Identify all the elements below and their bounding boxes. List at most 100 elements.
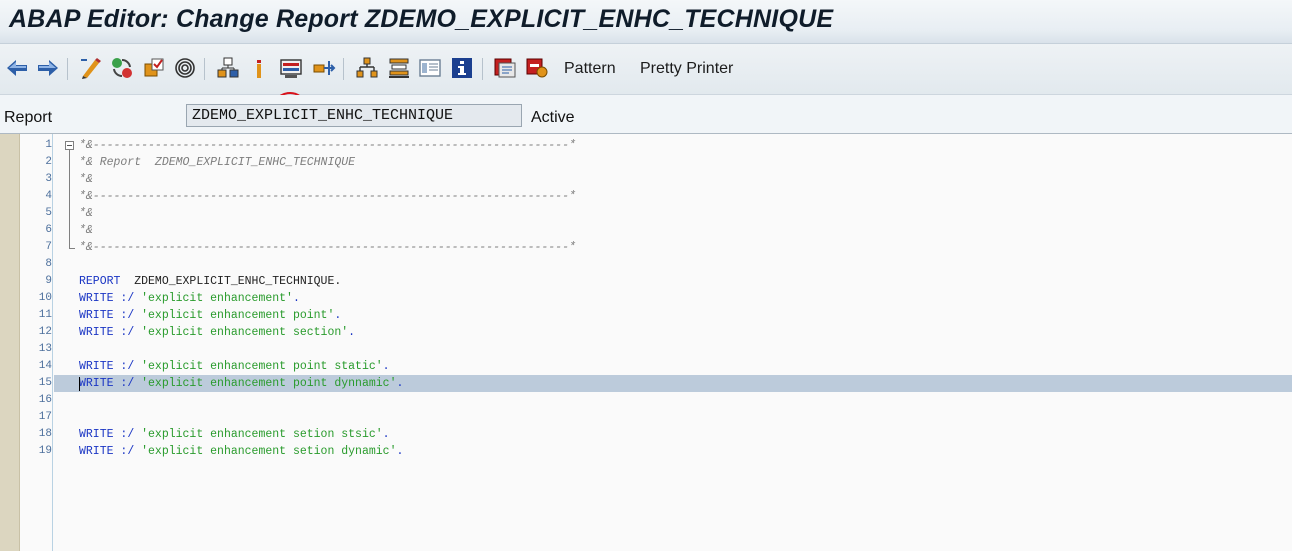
code-line[interactable]: *&--------------------------------------… — [79, 137, 576, 154]
code-line[interactable]: WRITE :/ 'explicit enhancement setion st… — [79, 426, 390, 443]
string-literal: 'explicit enhancement point static' — [141, 360, 383, 373]
line-number: 5 — [45, 207, 52, 219]
keyword-token: WRITE — [79, 292, 114, 305]
code-line[interactable]: REPORT ZDEMO_EXPLICIT_ENHC_TECHNIQUE. — [79, 273, 341, 290]
window-title: ABAP Editor: Change Report ZDEMO_EXPLICI… — [9, 5, 834, 33]
toolbar-separator — [482, 58, 483, 80]
stack-icon[interactable] — [387, 56, 411, 80]
report-status: Active — [531, 109, 575, 126]
code-line[interactable]: *& — [79, 171, 93, 188]
comment-text: *&--------------------------------------… — [79, 241, 576, 254]
code-line[interactable]: *&--------------------------------------… — [79, 188, 576, 205]
line-number: 18 — [38, 428, 52, 440]
code-line[interactable]: *& — [79, 205, 93, 222]
enhance-icon[interactable] — [279, 56, 303, 80]
line-number: 1 — [45, 139, 52, 151]
report-header: Report ZDEMO_EXPLICIT_ENHC_TECHNIQUE Act… — [0, 95, 1292, 134]
code-line[interactable]: *&--------------------------------------… — [79, 239, 576, 256]
code-line[interactable]: *& — [79, 222, 93, 239]
code-line[interactable]: *& Report ZDEMO_EXPLICIT_ENHC_TECHNIQUE — [79, 154, 355, 171]
keyword-token: WRITE — [79, 360, 114, 373]
operator-token: :/ — [113, 377, 142, 390]
operator-token: :/ — [113, 309, 142, 322]
comment-text: *& — [79, 207, 93, 220]
code-line[interactable]: WRITE :/ 'explicit enhancement point dyn… — [79, 375, 403, 392]
line-number: 14 — [38, 360, 52, 372]
back-arrow-icon[interactable] — [5, 56, 29, 80]
report-name-token: ZDEMO_EXPLICIT_ENHC_TECHNIQUE. — [120, 275, 342, 288]
title-bar: ABAP Editor: Change Report ZDEMO_EXPLICI… — [0, 0, 1292, 44]
external-breakpoint-icon[interactable] — [525, 56, 549, 80]
info-icon[interactable] — [450, 56, 474, 80]
keyword-token: WRITE — [79, 377, 114, 390]
pretty-printer-button[interactable]: Pretty Printer — [640, 60, 733, 78]
code-line[interactable]: WRITE :/ 'explicit enhancement'. — [79, 290, 300, 307]
display-change-icon[interactable] — [79, 56, 103, 80]
collapse-block-icon[interactable] — [65, 141, 74, 150]
report-label: Report — [4, 109, 53, 126]
line-number: 6 — [45, 224, 52, 236]
activate-icon[interactable] — [173, 56, 197, 80]
string-literal: 'explicit enhancement section' — [141, 326, 349, 339]
statement-end: . — [348, 326, 356, 339]
comment-text: *&--------------------------------------… — [79, 190, 576, 203]
set-breakpoint-icon[interactable] — [493, 56, 517, 80]
application-toolbar: Pattern Pretty Printer — [0, 44, 1292, 131]
toolbar-separator — [67, 58, 68, 80]
keyword-token: WRITE — [79, 309, 114, 322]
statement-end: . — [382, 428, 390, 441]
statement-end: . — [382, 360, 390, 373]
keyword-token: WRITE — [79, 445, 114, 458]
string-literal: 'explicit enhancement point dynnamic' — [141, 377, 397, 390]
string-literal: 'explicit enhancement point' — [141, 309, 335, 322]
comment-text: *& Report ZDEMO_EXPLICIT_ENHC_TECHNIQUE — [79, 156, 356, 169]
text-caret — [79, 377, 80, 391]
code-line[interactable]: WRITE :/ 'explicit enhancement point sta… — [79, 358, 390, 375]
keyword-token: WRITE — [79, 428, 114, 441]
object-list-icon[interactable] — [249, 56, 273, 80]
fold-guide-end — [69, 248, 75, 249]
line-number: 2 — [45, 156, 52, 168]
line-number: 3 — [45, 173, 52, 185]
line-number: 10 — [38, 292, 52, 304]
layout-icon[interactable] — [418, 56, 442, 80]
line-number: 7 — [45, 241, 52, 253]
statement-end: . — [292, 292, 300, 305]
operator-token: :/ — [113, 445, 142, 458]
code-line[interactable]: WRITE :/ 'explicit enhancement setion dy… — [79, 443, 403, 460]
check-object-icon[interactable] — [142, 56, 166, 80]
toolbar-separator — [204, 58, 205, 80]
fold-guide-line — [69, 150, 70, 248]
toolbar-separator — [343, 58, 344, 80]
operator-token: :/ — [113, 292, 142, 305]
code-line[interactable]: WRITE :/ 'explicit enhancement section'. — [79, 324, 355, 341]
string-literal: 'explicit enhancement setion stsic' — [141, 428, 383, 441]
line-number: 9 — [45, 275, 52, 287]
operator-token: :/ — [113, 428, 142, 441]
line-number: 4 — [45, 190, 52, 202]
keyword-token: WRITE — [79, 326, 114, 339]
forward-arrow-icon[interactable] — [36, 56, 60, 80]
line-number: 17 — [38, 411, 52, 423]
statement-end: . — [334, 309, 342, 322]
string-literal: 'explicit enhancement setion dynamic' — [141, 445, 397, 458]
comment-text: *&--------------------------------------… — [79, 139, 576, 152]
string-literal: 'explicit enhancement' — [141, 292, 293, 305]
line-number: 8 — [45, 258, 52, 270]
code-editor[interactable]: 1 *&-------------------------------------… — [0, 134, 1292, 551]
where-used-icon[interactable] — [216, 56, 240, 80]
active-inactive-icon[interactable] — [110, 56, 134, 80]
comment-text: *& — [79, 173, 93, 186]
comment-text: *& — [79, 224, 93, 237]
statement-end: . — [396, 377, 404, 390]
navigation-window-icon[interactable] — [312, 56, 336, 80]
operator-token: :/ — [113, 360, 142, 373]
report-name-field: ZDEMO_EXPLICIT_ENHC_TECHNIQUE — [186, 104, 522, 127]
hierarchy-icon[interactable] — [355, 56, 379, 80]
line-number: 15 — [38, 377, 52, 389]
statement-end: . — [396, 445, 404, 458]
line-number: 16 — [38, 394, 52, 406]
pattern-button[interactable]: Pattern — [564, 60, 616, 78]
code-line[interactable]: WRITE :/ 'explicit enhancement point'. — [79, 307, 341, 324]
line-number: 13 — [38, 343, 52, 355]
